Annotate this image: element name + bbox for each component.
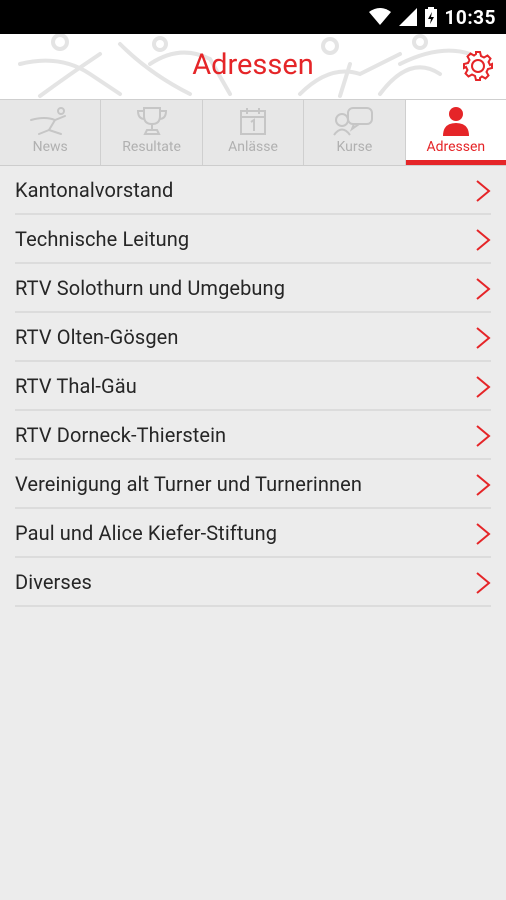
page-title: Adressen <box>192 48 314 82</box>
battery-icon <box>424 7 437 27</box>
list-item-label: Vereinigung alt Turner und Turnerinnen <box>15 471 362 496</box>
list-item[interactable]: Paul und Alice Kiefer-Stiftung <box>15 509 491 558</box>
wifi-icon <box>368 8 391 25</box>
tab-label-anlaesse: Anlässe <box>228 139 278 155</box>
person-icon <box>442 107 469 136</box>
chevron-right-icon <box>476 523 491 545</box>
list-item-label: Technische Leitung <box>15 226 190 251</box>
chat-icon <box>333 107 374 136</box>
tab-adressen[interactable]: Adressen <box>405 100 506 165</box>
runner-icon <box>30 107 67 135</box>
list-item-label: RTV Solothurn und Umgebung <box>15 275 286 300</box>
chevron-right-icon <box>476 278 491 300</box>
gear-icon <box>463 51 493 81</box>
tab-label-news: News <box>32 139 68 155</box>
list-item[interactable]: Vereinigung alt Turner und Turnerinnen <box>15 460 491 509</box>
list-item[interactable]: Kantonalvorstand <box>15 166 491 215</box>
chevron-right-icon <box>476 425 491 447</box>
signal-icon <box>398 8 417 26</box>
list-item[interactable]: RTV Solothurn und Umgebung <box>15 264 491 313</box>
list-item[interactable]: RTV Thal-Gäu <box>15 362 491 411</box>
chevron-right-icon <box>476 572 491 594</box>
status-time: 10:35 <box>444 5 496 29</box>
tab-label-adressen: Adressen <box>426 139 486 155</box>
chevron-right-icon <box>476 376 491 398</box>
list-item[interactable]: RTV Dorneck-Thierstein <box>15 411 491 460</box>
tab-label-resultate: Resultate <box>122 139 181 155</box>
tab-kurse[interactable]: Kurse <box>304 100 406 165</box>
status-bar: 10:35 <box>0 0 506 34</box>
list-item-label: Paul und Alice Kiefer-Stiftung <box>15 520 278 545</box>
app-header: Adressen <box>0 34 506 100</box>
list-item[interactable]: Diverses <box>15 558 491 607</box>
calendar-icon <box>240 108 267 135</box>
tab-bar: News Resultate Anlässe Kurse Adressen <box>0 100 506 166</box>
list-item-label: RTV Dorneck-Thierstein <box>15 422 227 447</box>
chevron-right-icon <box>476 474 491 496</box>
chevron-right-icon <box>476 229 491 251</box>
tab-anlaesse[interactable]: Anlässe <box>203 100 305 165</box>
status-icons: 10:35 <box>368 0 496 34</box>
list-item-label: RTV Thal-Gäu <box>15 373 137 398</box>
list-item-label: RTV Olten-Gösgen <box>15 324 179 349</box>
trophy-icon <box>136 107 167 135</box>
list-item-label: Kantonalvorstand <box>15 177 174 202</box>
tab-resultate[interactable]: Resultate <box>101 100 203 165</box>
list-item[interactable]: RTV Olten-Gösgen <box>15 313 491 362</box>
tab-label-kurse: Kurse <box>336 139 373 155</box>
list-item-label: Diverses <box>15 569 92 594</box>
chevron-right-icon <box>476 327 491 349</box>
chevron-right-icon <box>476 180 491 202</box>
settings-button[interactable] <box>460 48 496 84</box>
address-list: Kantonalvorstand Technische Leitung RTV … <box>0 166 506 607</box>
tab-news[interactable]: News <box>0 100 102 165</box>
list-item[interactable]: Technische Leitung <box>15 215 491 264</box>
